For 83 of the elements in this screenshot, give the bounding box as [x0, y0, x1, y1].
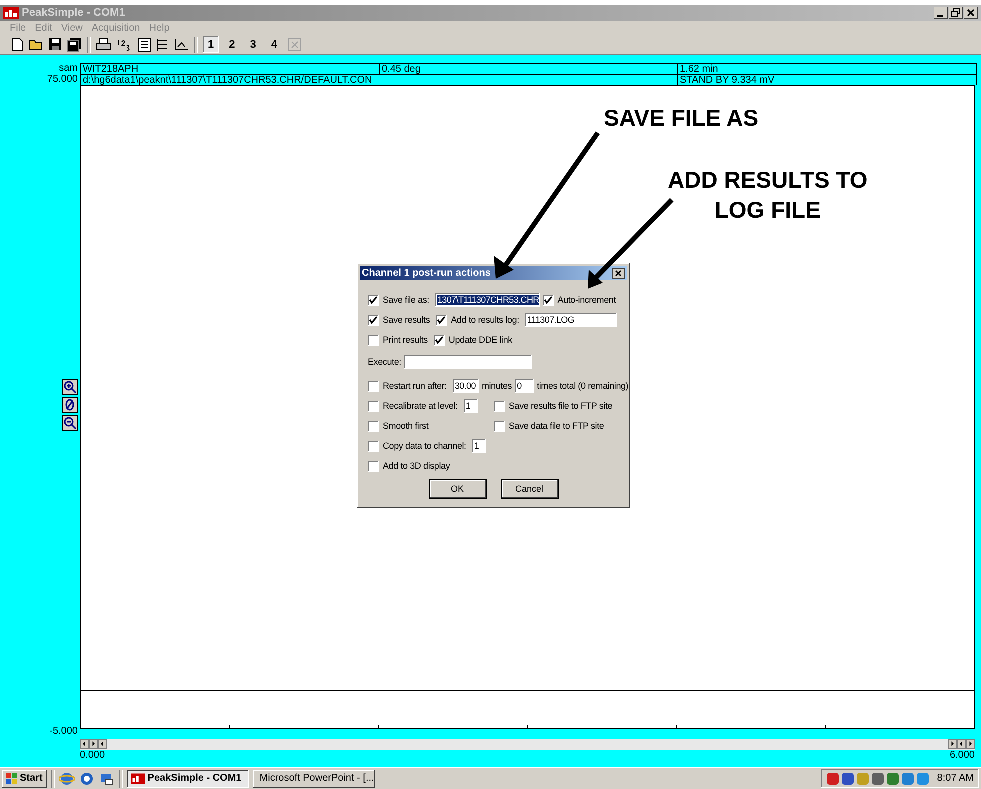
checkbox[interactable] — [368, 400, 379, 412]
x-min-label: 0.000 — [80, 750, 106, 762]
window-title: PeakSimple - COM1 — [22, 7, 126, 19]
windows-logo-icon — [6, 773, 18, 784]
tray-icon[interactable] — [886, 772, 900, 786]
y-min-label: -5.000 — [50, 726, 78, 737]
checkbox-label: Recalibrate at level: — [383, 401, 458, 411]
checkbox-label: Save results — [383, 315, 430, 325]
y-max-label: 75.000 — [47, 74, 78, 85]
dialog-title: Channel 1 post-run actions — [362, 268, 491, 278]
zoom-out-icon[interactable] — [62, 415, 78, 431]
input-field[interactable]: 111307.LOG — [525, 313, 618, 327]
checkbox[interactable] — [434, 334, 445, 346]
checkbox[interactable] — [368, 314, 379, 326]
tray-icon[interactable] — [901, 772, 916, 786]
x-max-label: 6.000 — [950, 750, 975, 762]
checkbox[interactable] — [368, 440, 379, 452]
checkbox-label: Save data file to FTP site — [509, 421, 604, 431]
checkbox-label: Auto-increment — [558, 295, 616, 305]
info-cell-text: WIT218APH — [82, 64, 140, 75]
clock: 8:07 AM — [937, 773, 974, 784]
globe-icon[interactable] — [78, 770, 95, 786]
checkbox-label: Print results — [383, 335, 428, 345]
checkbox-label: Add to 3D display — [383, 461, 450, 471]
checkbox-label: Update DDE link — [448, 335, 512, 345]
taskbar-button[interactable]: Microsoft PowerPoint - [... — [252, 770, 375, 788]
zoom-reset-icon[interactable] — [62, 397, 78, 413]
zoom-in-icon[interactable] — [62, 379, 78, 395]
channel-button[interactable]: 1 — [203, 36, 220, 53]
input-field[interactable] — [404, 355, 532, 369]
checkbox[interactable] — [494, 420, 505, 432]
tray-icon[interactable] — [841, 772, 856, 786]
print-icon[interactable] — [96, 38, 112, 52]
numbers-icon[interactable] — [117, 38, 133, 52]
checkbox[interactable] — [368, 294, 379, 306]
checkbox[interactable] — [368, 334, 379, 346]
new-file-icon[interactable] — [12, 38, 24, 52]
tray-icon[interactable] — [826, 772, 840, 786]
close-icon[interactable] — [612, 268, 625, 278]
minimize-icon[interactable] — [934, 7, 948, 19]
tray-icon[interactable] — [871, 772, 886, 786]
save-icon[interactable] — [49, 38, 62, 51]
scrollbar[interactable] — [80, 739, 975, 750]
axes-icon[interactable] — [174, 38, 189, 52]
browser-icon[interactable] — [58, 770, 75, 786]
ok-button[interactable]: OK — [430, 480, 486, 498]
checkbox[interactable] — [368, 380, 379, 392]
checkbox-label: Copy data to channel: — [383, 441, 466, 451]
checkbox[interactable] — [494, 400, 505, 412]
checkbox-label: Smooth first — [383, 421, 429, 431]
input-field[interactable]: 1 — [472, 439, 486, 453]
checkbox[interactable] — [368, 460, 379, 472]
input-field[interactable]: 1 — [464, 399, 478, 413]
input-field[interactable]: 30.00 — [452, 379, 479, 393]
checkbox[interactable] — [542, 294, 554, 306]
annotation-text: ADD RESULTS TO LOG FILE — [668, 166, 868, 225]
checkbox[interactable] — [436, 314, 448, 326]
start-button[interactable]: Start — [2, 770, 47, 788]
input-field[interactable]: 0 — [515, 379, 534, 393]
info-cell: 1.62 min — [677, 64, 976, 75]
folder-icon[interactable] — [29, 38, 44, 51]
checkbox[interactable] — [368, 420, 379, 432]
field-label: Execute: — [368, 357, 402, 367]
restore-icon[interactable] — [949, 7, 963, 19]
cancel-button[interactable]: Cancel — [502, 480, 558, 498]
info-cell: 0.45 deg — [379, 64, 677, 75]
save-all-icon[interactable] — [67, 38, 82, 52]
sample-label: sam — [59, 63, 78, 74]
checkbox-label: Add to results log: — [451, 315, 520, 325]
annotation-text: SAVE FILE AS — [604, 104, 759, 133]
list-icon[interactable] — [138, 38, 151, 52]
field-label: times total (0 remaining) — [537, 381, 629, 391]
input-field[interactable]: 1307\T111307CHR53.CHR — [435, 293, 540, 307]
app-icon — [3, 7, 19, 19]
info-cell-text: d:\hg6data1\peaknt\111307\T111307CHR53.CHR/DEFAULT.CON — [82, 75, 374, 86]
checkbox-label: Restart run after: — [383, 381, 447, 391]
tree-icon[interactable] — [156, 38, 169, 52]
app-icon — [130, 772, 145, 784]
checkbox-label: Save file as: — [383, 295, 430, 305]
field-label: minutes — [482, 381, 512, 391]
checkbox-label: Save results file to FTP site — [509, 401, 613, 411]
taskbar-button[interactable]: PeakSimple - COM1 — [126, 770, 249, 788]
close-icon[interactable] — [964, 7, 978, 19]
